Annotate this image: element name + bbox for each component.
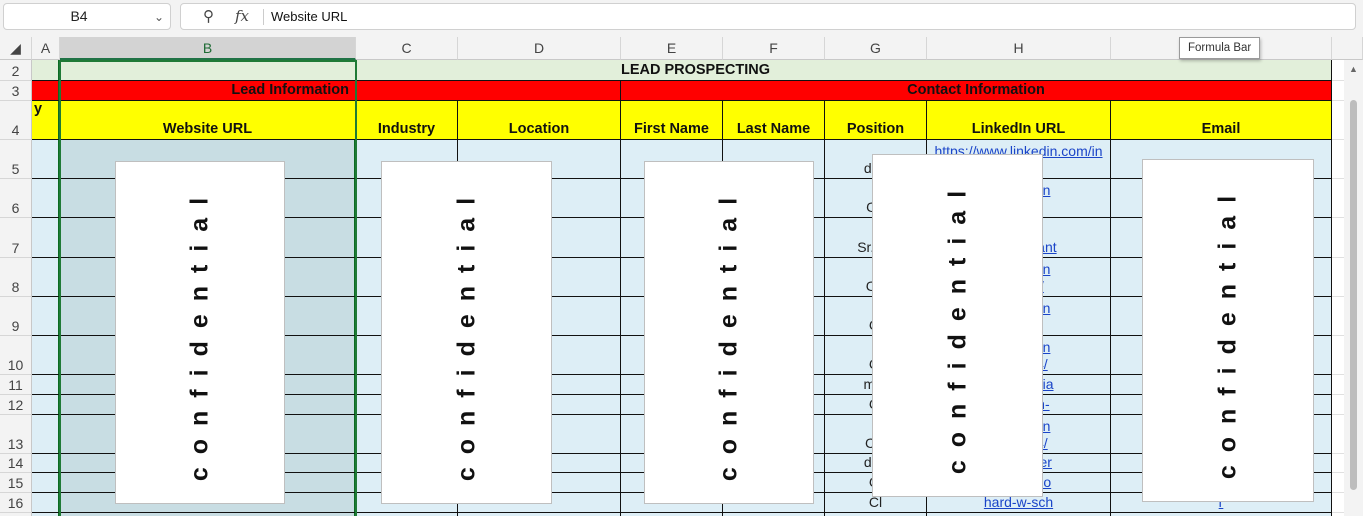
- formula-bar-tooltip: Formula Bar: [1179, 37, 1261, 59]
- divider: [263, 9, 264, 25]
- filler-cell: [1332, 179, 1344, 218]
- column-header-h[interactable]: H: [927, 37, 1111, 60]
- header-position[interactable]: Position: [825, 101, 927, 140]
- row-header-2[interactable]: 2: [0, 60, 32, 81]
- spreadsheet-grid[interactable]: ◢ABCDEFGHI234567891011121314151617yLEAD …: [0, 37, 1363, 516]
- header-email[interactable]: Email: [1111, 101, 1332, 140]
- col-a-cell[interactable]: [32, 258, 60, 297]
- header-linkedin-url[interactable]: LinkedIn URL: [927, 101, 1111, 140]
- confidential-label: confidential: [185, 184, 214, 481]
- title-row: LEAD PROSPECTING: [60, 60, 1332, 81]
- row-header-12[interactable]: 12: [0, 395, 32, 415]
- column-header-e[interactable]: E: [621, 37, 723, 60]
- col-a-cell[interactable]: [32, 81, 60, 101]
- col-a-cell[interactable]: [32, 493, 60, 513]
- filler-cell: [1332, 101, 1344, 140]
- confidential-overlay: confidential: [115, 161, 285, 504]
- filler-cell: [1332, 336, 1344, 375]
- col-a-cell[interactable]: [32, 60, 60, 81]
- formula-bar[interactable]: ⚲ fx Website URL: [180, 3, 1356, 30]
- confidential-label: confidential: [1213, 182, 1242, 479]
- col-a-cell[interactable]: [32, 454, 60, 473]
- header-website-url[interactable]: Website URL: [60, 101, 356, 140]
- header-location[interactable]: Location: [458, 101, 621, 140]
- filler-cell: [1332, 415, 1344, 454]
- col-a-cell[interactable]: [32, 218, 60, 258]
- row-header-5[interactable]: 5: [0, 140, 32, 179]
- filler-cell: [1332, 60, 1344, 81]
- column-header-d[interactable]: D: [458, 37, 621, 60]
- filler-cell: [1332, 218, 1344, 258]
- col-a-cell[interactable]: [32, 140, 60, 179]
- confidential-overlay: confidential: [1142, 159, 1314, 502]
- row-header-9[interactable]: 9: [0, 297, 32, 336]
- row-header-15[interactable]: 15: [0, 473, 32, 493]
- row-header-4[interactable]: 4: [0, 101, 32, 140]
- filler-cell: [1332, 297, 1344, 336]
- confidential-overlay: confidential: [644, 161, 814, 504]
- filler-cell: [1332, 473, 1344, 493]
- filler-cell: [1332, 454, 1344, 473]
- confidential-overlay: confidential: [872, 154, 1043, 497]
- column-header-b[interactable]: B: [60, 37, 356, 60]
- fx-icon[interactable]: fx: [235, 7, 249, 25]
- col-a-cell[interactable]: [32, 375, 60, 395]
- vertical-scrollbar[interactable]: ▲: [1344, 60, 1363, 516]
- chevron-down-icon[interactable]: ⌄: [154, 10, 164, 24]
- section-lead-information: Lead Information: [60, 81, 356, 101]
- column-header-a[interactable]: A: [32, 37, 60, 60]
- confidential-overlay: confidential: [381, 161, 552, 504]
- header-last-name[interactable]: Last Name: [723, 101, 825, 140]
- confidential-label: confidential: [452, 184, 480, 481]
- filler-cell: [1332, 140, 1344, 179]
- row-header-16[interactable]: 16: [0, 493, 32, 513]
- name-box-value: B4: [70, 8, 88, 24]
- filler-cell: [1332, 493, 1344, 513]
- filler-cell: [1332, 375, 1344, 395]
- column-header-f[interactable]: F: [723, 37, 825, 60]
- col-a-cell[interactable]: [32, 473, 60, 493]
- section-contact-information: Contact Information: [621, 81, 1332, 101]
- col-a-cell[interactable]: [32, 415, 60, 454]
- row-header-14[interactable]: 14: [0, 454, 32, 473]
- row-header-13[interactable]: 13: [0, 415, 32, 454]
- col-a-cell[interactable]: [32, 297, 60, 336]
- col-a-cell[interactable]: [32, 179, 60, 218]
- row-header-6[interactable]: 6: [0, 179, 32, 218]
- filler-cell: [1332, 395, 1344, 415]
- name-box[interactable]: B4 ⌄: [3, 3, 171, 30]
- formula-input[interactable]: Website URL: [271, 4, 347, 29]
- zoom-icon[interactable]: ⚲: [203, 7, 214, 25]
- scrollbar-thumb[interactable]: [1350, 100, 1357, 490]
- scroll-up-icon[interactable]: ▲: [1349, 64, 1358, 74]
- header-first-name[interactable]: First Name: [621, 101, 723, 140]
- row-header-7[interactable]: 7: [0, 218, 32, 258]
- col-a-cell[interactable]: [32, 395, 60, 415]
- column-header-g[interactable]: G: [825, 37, 927, 60]
- header-industry[interactable]: Industry: [356, 101, 458, 140]
- column-header-c[interactable]: C: [356, 37, 458, 60]
- col-a-cell[interactable]: [32, 336, 60, 375]
- row-header-8[interactable]: 8: [0, 258, 32, 297]
- select-all-corner[interactable]: ◢: [0, 37, 32, 60]
- row-header-11[interactable]: 11: [0, 375, 32, 395]
- column-header-blank: [1332, 37, 1363, 60]
- row-header-10[interactable]: 10: [0, 336, 32, 375]
- row-header-3[interactable]: 3: [0, 81, 32, 101]
- confidential-label: confidential: [714, 184, 743, 481]
- cell-a4[interactable]: y: [32, 101, 60, 140]
- filler-cell: [1332, 258, 1344, 297]
- filler-cell: [1332, 81, 1344, 101]
- section-lead-gap: [356, 81, 621, 101]
- confidential-label: confidential: [943, 177, 971, 474]
